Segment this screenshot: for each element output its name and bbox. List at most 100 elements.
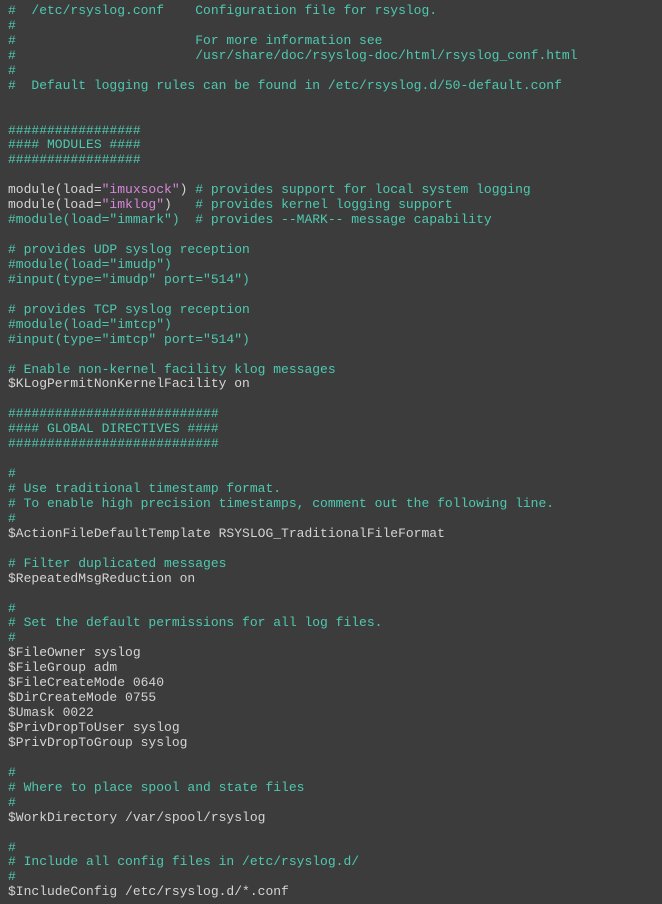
code-segment: # provides TCP syslog reception	[8, 302, 250, 317]
code-segment: "imuxsock"	[102, 182, 180, 197]
code-segment: #	[8, 869, 16, 884]
code-line: # Set the default permissions for all lo…	[8, 616, 654, 631]
code-line: # provides TCP syslog reception	[8, 303, 654, 318]
code-line: # Where to place spool and state files	[8, 781, 654, 796]
code-segment: $WorkDirectory /var/spool/rsyslog	[8, 810, 265, 825]
code-line	[8, 826, 654, 841]
code-segment: #################	[8, 123, 141, 138]
code-segment: $Umask 0022	[8, 705, 94, 720]
code-segment: # Filter duplicated messages	[8, 556, 226, 571]
code-line: #### MODULES ####	[8, 138, 654, 153]
code-line: #	[8, 870, 654, 885]
code-line: #	[8, 602, 654, 617]
code-segment: # Default logging rules can be found in …	[8, 78, 562, 93]
code-segment: # For more information see	[8, 33, 382, 48]
code-segment: $IncludeConfig /etc/rsyslog.d/*.conf	[8, 884, 289, 899]
code-segment: # Enable non-kernel facility klog messag…	[8, 362, 336, 377]
code-line: # /etc/rsyslog.conf Configuration file f…	[8, 4, 654, 19]
code-segment: #################	[8, 152, 141, 167]
code-line: $KLogPermitNonKernelFacility on	[8, 377, 654, 392]
code-segment: # /usr/share/doc/rsyslog-doc/html/rsyslo…	[8, 48, 578, 63]
code-line: #module(load="immark") # provides --MARK…	[8, 213, 654, 228]
code-line: #	[8, 796, 654, 811]
code-segment: $FileGroup adm	[8, 660, 117, 675]
code-segment: #	[8, 466, 16, 481]
code-segment: #### MODULES ####	[8, 137, 141, 152]
code-line: # To enable high precision timestamps, c…	[8, 497, 654, 512]
code-line: # /usr/share/doc/rsyslog-doc/html/rsyslo…	[8, 49, 654, 64]
code-segment: #	[8, 630, 16, 645]
code-segment: # To enable high precision timestamps, c…	[8, 496, 554, 511]
code-segment: $PrivDropToGroup syslog	[8, 735, 187, 750]
code-segment: # provides UDP syslog reception	[8, 242, 250, 257]
code-line: #################	[8, 124, 654, 139]
code-segment: # Set the default permissions for all lo…	[8, 615, 382, 630]
code-line: # Default logging rules can be found in …	[8, 79, 654, 94]
code-segment: #module(load="immark") # provides --MARK…	[8, 212, 492, 227]
code-line	[8, 452, 654, 467]
code-line	[8, 348, 654, 363]
code-segment: $RepeatedMsgReduction on	[8, 571, 195, 586]
code-line: # provides UDP syslog reception	[8, 243, 654, 258]
code-line: module(load="imuxsock") # provides suppo…	[8, 183, 654, 198]
code-line: ###########################	[8, 437, 654, 452]
code-segment: #	[8, 63, 16, 78]
code-line: #	[8, 64, 654, 79]
code-line: ###########################	[8, 407, 654, 422]
code-segment: $ActionFileDefaultTemplate RSYSLOG_Tradi…	[8, 526, 445, 541]
code-line: $WorkDirectory /var/spool/rsyslog	[8, 811, 654, 826]
code-line: #	[8, 467, 654, 482]
code-line: # For more information see	[8, 34, 654, 49]
code-segment: #	[8, 765, 16, 780]
code-editor: # /etc/rsyslog.conf Configuration file f…	[0, 0, 662, 904]
code-line: #	[8, 841, 654, 856]
code-segment: $FileOwner syslog	[8, 645, 141, 660]
code-line: $IncludeConfig /etc/rsyslog.d/*.conf	[8, 885, 654, 900]
code-segment: $PrivDropToUser syslog	[8, 720, 180, 735]
code-segment: )	[180, 182, 196, 197]
code-line: #	[8, 766, 654, 781]
code-line	[8, 392, 654, 407]
code-segment: $DirCreateMode 0755	[8, 690, 156, 705]
code-segment: module(load=	[8, 182, 102, 197]
code-line: $PrivDropToGroup syslog	[8, 736, 654, 751]
code-line: # Include all config files in /etc/rsysl…	[8, 855, 654, 870]
code-segment: #	[8, 840, 16, 855]
code-line: $Umask 0022	[8, 706, 654, 721]
code-line: # Filter duplicated messages	[8, 557, 654, 572]
code-segment: $FileCreateMode 0640	[8, 675, 164, 690]
code-line: $ActionFileDefaultTemplate RSYSLOG_Tradi…	[8, 527, 654, 542]
code-segment: #	[8, 511, 16, 526]
code-line	[8, 228, 654, 243]
code-line: # Enable non-kernel facility klog messag…	[8, 363, 654, 378]
code-segment: "imklog"	[102, 197, 164, 212]
code-segment: ###########################	[8, 436, 219, 451]
code-line: module(load="imklog") # provides kernel …	[8, 198, 654, 213]
code-line: #input(type="imudp" port="514")	[8, 273, 654, 288]
code-segment: #### GLOBAL DIRECTIVES ####	[8, 421, 219, 436]
code-line: #	[8, 631, 654, 646]
code-segment: # Include all config files in /etc/rsysl…	[8, 854, 359, 869]
code-line: $PrivDropToUser syslog	[8, 721, 654, 736]
code-line: #module(load="imudp")	[8, 258, 654, 273]
code-line	[8, 288, 654, 303]
code-segment: # provides kernel logging support	[195, 197, 452, 212]
code-line: # Use traditional timestamp format.	[8, 482, 654, 497]
code-line: #input(type="imtcp" port="514")	[8, 333, 654, 348]
code-segment: #	[8, 18, 16, 33]
code-line: #### GLOBAL DIRECTIVES ####	[8, 422, 654, 437]
code-line	[8, 751, 654, 766]
code-segment: #module(load="imtcp")	[8, 317, 172, 332]
code-segment: #	[8, 795, 16, 810]
code-segment: # Use traditional timestamp format.	[8, 481, 281, 496]
code-segment: #	[8, 601, 16, 616]
code-line: #	[8, 19, 654, 34]
code-segment: # provides support for local system logg…	[195, 182, 530, 197]
code-line: $DirCreateMode 0755	[8, 691, 654, 706]
code-segment: # Where to place spool and state files	[8, 780, 304, 795]
code-line	[8, 94, 654, 109]
code-segment: )	[164, 197, 195, 212]
code-line: #module(load="imtcp")	[8, 318, 654, 333]
code-line: $FileOwner syslog	[8, 646, 654, 661]
code-line	[8, 542, 654, 557]
